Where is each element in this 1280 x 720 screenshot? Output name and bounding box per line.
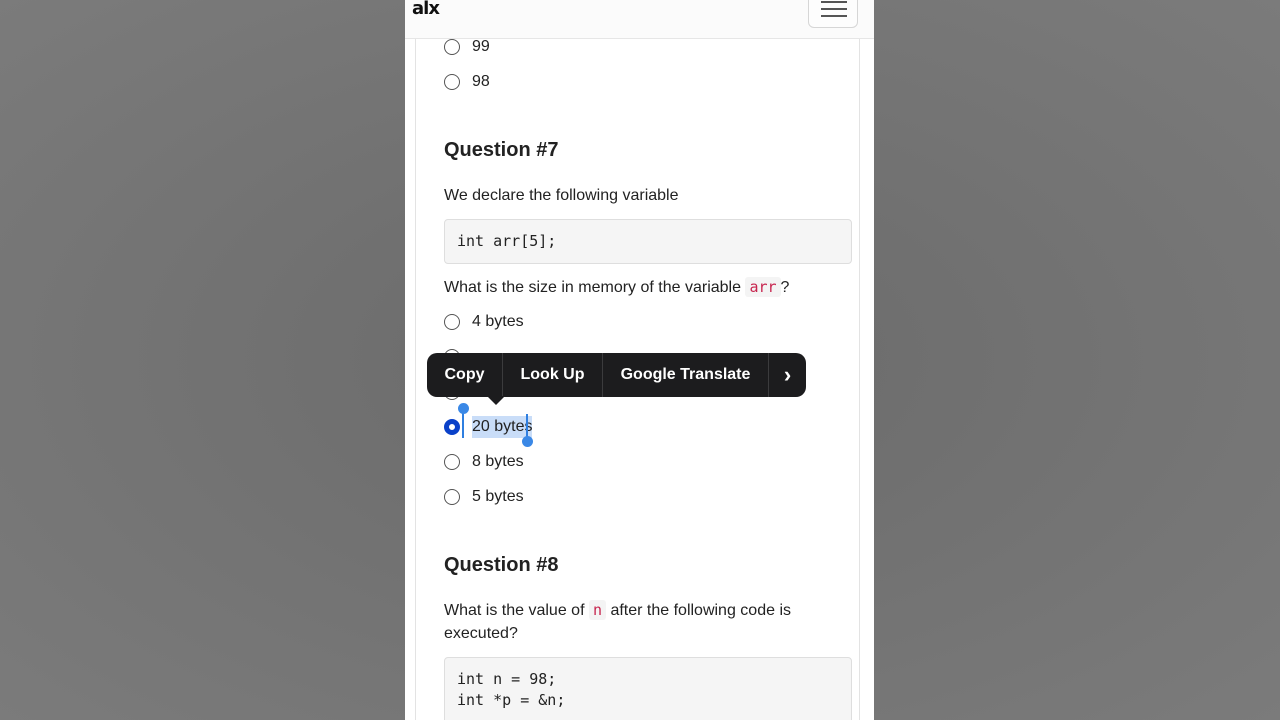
prompt-text: What is the value of — [444, 602, 589, 619]
option-label: 98 — [472, 73, 490, 90]
answer-option[interactable]: 98 — [444, 71, 490, 93]
alx-logo[interactable]: alx — [412, 0, 440, 19]
answer-option[interactable]: 5 bytes — [444, 486, 524, 508]
radio-button-checked[interactable] — [444, 419, 460, 435]
prompt-text-end: ? — [780, 279, 790, 296]
radio-button[interactable] — [444, 314, 460, 330]
selection-start-handle[interactable] — [462, 410, 464, 438]
option-label: 8 bytes — [472, 453, 524, 470]
option-label: 5 bytes — [472, 488, 524, 505]
chevron-right-icon[interactable]: › — [769, 353, 806, 397]
radio-button[interactable] — [444, 489, 460, 505]
question-intro: We declare the following variable — [444, 187, 679, 204]
radio-button[interactable] — [444, 74, 460, 90]
hamburger-icon — [821, 1, 847, 3]
context-menu-pointer — [487, 396, 505, 405]
code-line: int *p = &n; — [457, 691, 566, 709]
question-prompt: What is the value of n after the followi… — [444, 599, 824, 645]
answer-option[interactable]: 99 — [444, 36, 490, 58]
code-block: int n = 98; int *p = &n; — [444, 657, 852, 720]
answer-option[interactable]: 8 bytes — [444, 451, 524, 473]
code-block: int arr[5]; — [444, 219, 852, 264]
code-line: int arr[5]; — [457, 232, 557, 250]
radio-button[interactable] — [444, 39, 460, 55]
look-up-menu-item[interactable]: Look Up — [503, 353, 603, 397]
code-line: int n = 98; — [457, 670, 557, 688]
hamburger-icon-line — [821, 15, 847, 17]
radio-button[interactable] — [444, 454, 460, 470]
inline-code: n — [588, 600, 606, 620]
question-prompt: What is the size in memory of the variab… — [444, 276, 789, 299]
prompt-text: What is the size in memory of the variab… — [444, 279, 746, 296]
hamburger-menu-button[interactable] — [808, 0, 858, 28]
question-title: Question #7 — [444, 139, 559, 161]
copy-menu-item[interactable]: Copy — [427, 353, 503, 397]
answer-option[interactable]: 4 bytes — [444, 311, 524, 333]
question-title: Question #8 — [444, 554, 559, 576]
google-translate-menu-item[interactable]: Google Translate — [603, 353, 769, 397]
option-label: 99 — [472, 38, 490, 55]
option-label-selected[interactable]: 20 bytes — [472, 416, 533, 438]
option-label: 4 bytes — [472, 313, 524, 330]
answer-option-selected[interactable]: 20 bytes — [444, 416, 533, 438]
selection-end-knob[interactable] — [522, 436, 533, 447]
inline-code: arr — [745, 277, 781, 297]
selection-start-knob[interactable] — [458, 403, 469, 414]
top-nav-bar: alx — [405, 0, 874, 39]
text-context-menu: Copy Look Up Google Translate › — [427, 353, 806, 397]
hamburger-icon-line — [821, 8, 847, 10]
